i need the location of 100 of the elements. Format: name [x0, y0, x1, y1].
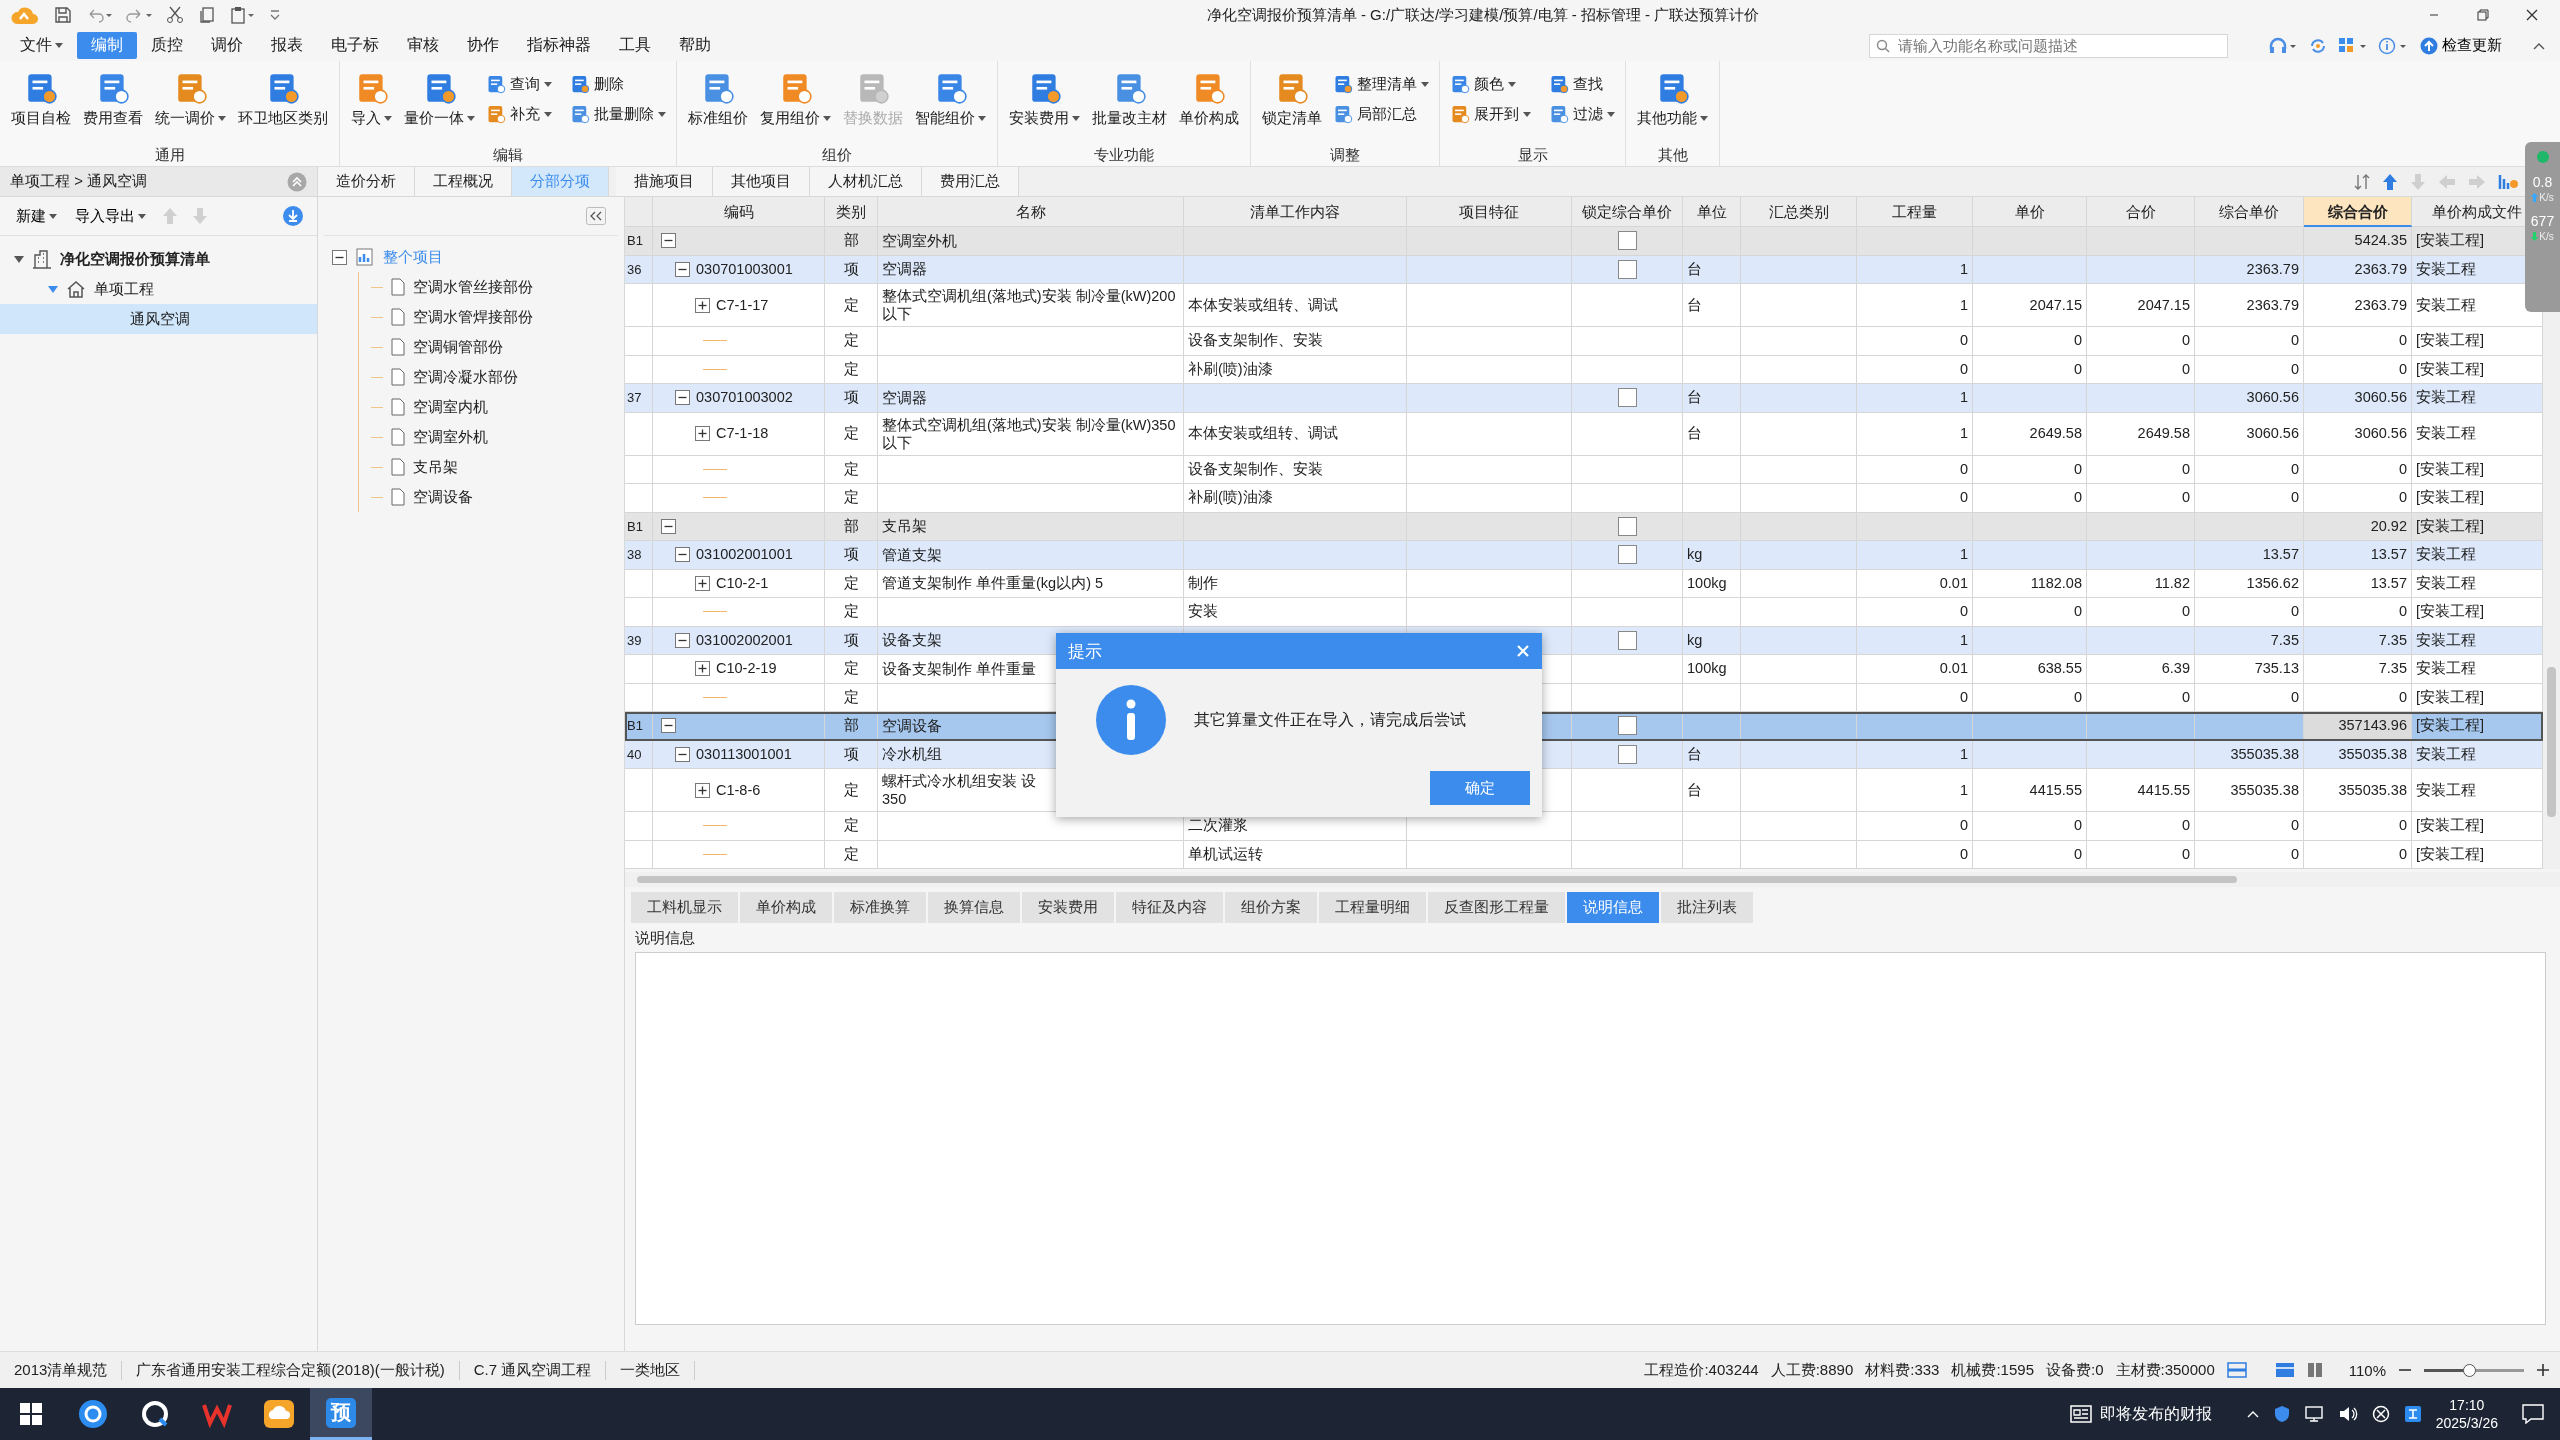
- table-cell: 0: [2304, 484, 2412, 513]
- table-cell: 部: [825, 712, 878, 741]
- group-title: 编辑: [492, 146, 524, 165]
- table-cell: 0: [2195, 484, 2304, 513]
- window-title: 净化空调报价预算清单 - G:/广联达/学习建模/预算/电算 - 招标管理 - 广联达预算计价: [1205, 5, 1761, 25]
- panel-label: 说明信息: [634, 928, 696, 948]
- table-cell: 638.55: [1973, 655, 2087, 684]
- table-cell: 0: [1857, 840, 1973, 869]
- code-text: C10-2-1: [716, 574, 769, 592]
- table-cell: 0.01: [1857, 655, 1973, 684]
- status-text: 一类地区: [606, 1360, 696, 1380]
- table-cell: 100kg: [1683, 655, 1741, 684]
- table-cell: 0: [2304, 840, 2412, 869]
- code-text: C10-2-19: [716, 660, 777, 678]
- app-icon: 预: [326, 1397, 356, 1428]
- table-cell: 13.57: [2304, 541, 2412, 570]
- table-cell: 0: [2087, 484, 2195, 513]
- code-text: 030701003001: [696, 260, 793, 278]
- table-cell: 7.35: [2304, 655, 2412, 684]
- table-cell: 2649.58: [2087, 412, 2195, 456]
- table-cell: 部: [825, 227, 878, 256]
- code-text: 031002001001: [696, 546, 793, 564]
- table-cell: 项: [825, 384, 878, 413]
- table-cell: 台: [1683, 412, 1741, 456]
- table-cell: 1: [1857, 384, 1973, 413]
- group-title: 调整: [1329, 146, 1361, 165]
- table-cell: 0: [2304, 327, 2412, 356]
- table-cell: 单机试运转: [1184, 840, 1407, 869]
- table-cell: 项: [825, 541, 878, 570]
- table-cell: 0: [2195, 840, 2304, 869]
- table-cell: 3060.56: [2195, 384, 2304, 413]
- table-cell: 1: [1857, 412, 1973, 456]
- table-cell: 定: [825, 412, 878, 456]
- table-cell: 定: [825, 327, 878, 356]
- status-text: 机械费:1595: [1951, 1360, 2034, 1380]
- table-cell: 0: [2195, 598, 2304, 627]
- table-cell: 5424.35: [2304, 227, 2412, 256]
- table-cell: 1: [1857, 541, 1973, 570]
- row-number: 38: [625, 541, 653, 570]
- code-text: 031002002001: [696, 631, 793, 649]
- table-cell: 0: [2087, 327, 2195, 356]
- code-text: C7-1-17: [716, 296, 769, 314]
- table-cell: 定: [825, 484, 878, 513]
- table-cell: 3060.56: [2304, 412, 2412, 456]
- dialog-message: 其它算量文件正在导入，请完成后尝试: [1194, 709, 1466, 730]
- table-cell: 台: [1683, 384, 1741, 413]
- table-cell: 0: [2087, 598, 2195, 627]
- table-cell: 设备支架制作、安装: [1184, 327, 1407, 356]
- group-title: 专业功能: [1093, 146, 1155, 165]
- table-cell: 0: [1857, 484, 1973, 513]
- code-text: 030701003002: [696, 389, 793, 407]
- table-cell: 定: [825, 655, 878, 684]
- table-cell: 0: [2195, 327, 2304, 356]
- group-title: 其他: [1656, 146, 1689, 165]
- status-text: 设备费:0: [2046, 1360, 2104, 1380]
- table-cell: 0: [1973, 484, 2087, 513]
- table-cell: 0: [2087, 840, 2195, 869]
- table-cell: 0: [1973, 840, 2087, 869]
- table-cell: 3060.56: [2304, 384, 2412, 413]
- table-cell: 2649.58: [1973, 412, 2087, 456]
- table-cell: 空调室外机: [878, 227, 1184, 256]
- table-cell: 定: [825, 840, 878, 869]
- table-cell: 0: [2087, 812, 2195, 841]
- code-text: 030113001001: [696, 745, 792, 763]
- status-text: 广东省通用安装工程综合定额(2018)(一般计税): [122, 1360, 460, 1380]
- status-text: 材料费:333: [1865, 1360, 1940, 1380]
- table-cell: 补刷(喷)油漆: [1184, 484, 1407, 513]
- code-text: C1-8-6: [716, 781, 761, 799]
- code-text: C7-1-18: [716, 425, 769, 442]
- group-title: 显示: [1516, 146, 1549, 165]
- status-text: 2013清单规范: [0, 1360, 123, 1380]
- table-cell: kg: [1683, 541, 1741, 570]
- table-cell: 0: [2304, 598, 2412, 627]
- group-title: 组价: [821, 146, 853, 165]
- table-cell: 13.57: [2195, 541, 2304, 570]
- row-number: B1: [625, 227, 653, 256]
- group-title: 通用: [153, 146, 186, 165]
- table-cell: 0: [1973, 598, 2087, 627]
- table-cell: 本体安装或组转、调试: [1184, 412, 1407, 456]
- table-cell: 整体式空调机组(落地式)安装 制冷量(kW)350以下: [878, 412, 1184, 456]
- table-cell: 定: [825, 598, 878, 627]
- table-cell: 6.39: [2087, 655, 2195, 684]
- row-number: B1: [625, 712, 653, 741]
- table-cell: 空调器: [878, 384, 1184, 413]
- table-cell: 735.13: [2195, 655, 2304, 684]
- table-cell: 安装: [1184, 598, 1407, 627]
- table-cell: 0: [1857, 327, 1973, 356]
- table-cell: 0: [2304, 812, 2412, 841]
- status-text: 工程造价:403244: [1644, 1360, 1759, 1380]
- table-cell: 0: [1973, 327, 2087, 356]
- table-cell: 0: [1973, 812, 2087, 841]
- row-number: 37: [625, 384, 653, 413]
- table-cell: 0: [2195, 812, 2304, 841]
- breadcrumb: 单项工程 > 通风空调: [10, 172, 149, 191]
- table-cell: 357143.96: [2304, 712, 2412, 741]
- table-cell: 定: [825, 812, 878, 841]
- status-text: 主材费:350000: [2115, 1360, 2215, 1380]
- table-cell: 0: [1857, 812, 1973, 841]
- table-cell: 0: [1857, 598, 1973, 627]
- table-cell: 管道支架: [878, 541, 1184, 570]
